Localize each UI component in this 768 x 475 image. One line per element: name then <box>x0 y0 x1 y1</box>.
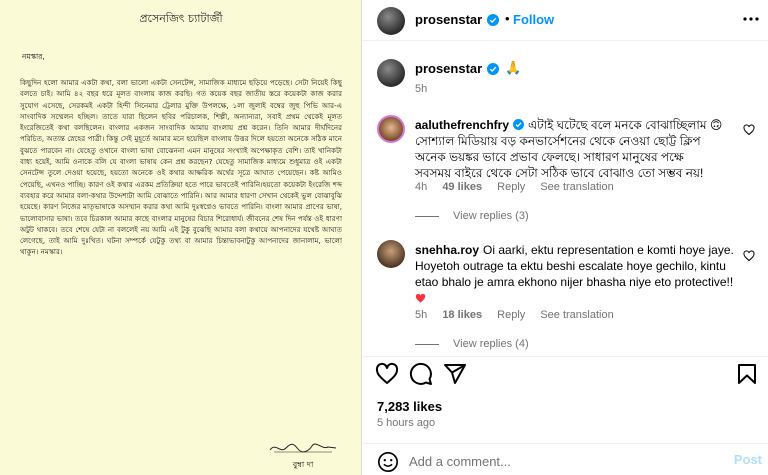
letter-body: কিছুদিন হলো আমার একটা কথা, বলা ভালো একটা… <box>20 78 342 257</box>
comment-time: 5h <box>415 309 428 321</box>
comment-text: snehha.roy Oi aarki, ektu representation … <box>415 242 745 306</box>
caption-time: 5h <box>415 83 428 95</box>
comment-line: সবসময় বাইরে থেকে সেটা সঠিক ভাবে বোঝাও ত… <box>415 166 704 180</box>
post-image[interactable]: প্রসেনজিৎ চ্যাটার্জী নমস্কার, কিছুদিন হল… <box>0 0 362 475</box>
reply-button[interactable]: Reply <box>497 181 525 193</box>
signature-name: বুম্বা দা <box>292 460 314 469</box>
letter-greeting: নমস্কার, <box>22 52 45 61</box>
emoji-icon[interactable] <box>377 451 399 473</box>
verified-badge-icon <box>487 14 499 26</box>
post-side-panel: prosenstar • Follow prosenstar 🙏 5h aalu… <box>363 0 768 475</box>
header-divider <box>363 40 768 41</box>
letter-heading: প্রসেনজিৎ চ্যাটার্জী <box>139 12 223 25</box>
comment-line: সোশ্যাল মিডিয়ায় বড় কনভার্সেশনের থেকে … <box>415 134 701 148</box>
comment-line: Oi aarki, ektu representation e komti ho… <box>483 243 734 257</box>
comment-text: aaluthefrenchfry এটাই ঘটেছে বলে মনকে বোঝা… <box>415 117 745 181</box>
post-time: 5 hours ago <box>377 417 436 429</box>
follow-button[interactable]: Follow <box>513 12 554 27</box>
header-separator: • <box>505 11 510 26</box>
more-options-icon[interactable] <box>743 17 759 21</box>
signature-scribble <box>269 443 337 453</box>
comment-likes[interactable]: 49 likes <box>442 181 482 193</box>
comment-time: 4h <box>415 181 428 193</box>
heart-icon[interactable] <box>743 250 755 262</box>
see-translation-link[interactable]: See translation <box>540 309 613 321</box>
commenter-username[interactable]: aaluthefrenchfry <box>415 118 509 132</box>
post-header: prosenstar • Follow <box>363 0 768 40</box>
comment-input[interactable] <box>409 451 709 471</box>
verified-badge-icon <box>487 63 499 75</box>
post-comment-button[interactable]: Post <box>734 452 762 467</box>
comment-line: etao bhalo je amra ekhono nijer bhasha n… <box>415 275 734 289</box>
comments-divider <box>363 356 768 357</box>
commenter-avatar[interactable] <box>377 115 405 143</box>
likes-count[interactable]: 7,283 likes <box>377 399 442 414</box>
comment-likes[interactable]: 18 likes <box>442 309 482 321</box>
replies-line <box>415 215 439 217</box>
comment-line: এটাই ঘটেছে বলে মনকে বোঝাচ্ছিলাম 🙃 <box>528 118 723 132</box>
red-heart-emoji-icon <box>415 293 426 303</box>
replies-line <box>415 343 439 345</box>
reply-button[interactable]: Reply <box>497 309 525 321</box>
add-comment-bar: Post <box>363 443 768 475</box>
view-replies-button[interactable]: View replies (3) <box>415 210 529 222</box>
verified-badge-icon <box>513 119 525 130</box>
caption: prosenstar 🙏 5h <box>363 56 768 102</box>
view-replies-label: View replies (3) <box>453 210 529 222</box>
see-translation-link[interactable]: See translation <box>540 181 613 193</box>
comment-line: অনেক ভয়ঙ্কর ভাবে প্রভাব ফেলছে। সাধারণ ম… <box>415 150 684 164</box>
caption-text: 🙏 <box>505 60 522 75</box>
heart-icon[interactable] <box>743 124 755 136</box>
commenter-avatar[interactable] <box>377 240 405 268</box>
view-replies-label: View replies (4) <box>453 338 529 350</box>
comment-meta: 4h 49 likes Reply See translation <box>415 181 626 193</box>
heart-icon[interactable] <box>375 362 399 386</box>
commenter-username[interactable]: snehha.roy <box>415 243 479 257</box>
comment-line: Hoyetoh outrage ta ektu beshi escalate h… <box>415 259 726 273</box>
action-bar <box>363 360 768 390</box>
view-replies-button[interactable]: View replies (4) <box>415 338 529 350</box>
author-avatar[interactable] <box>377 7 405 35</box>
author-username[interactable]: prosenstar <box>415 12 482 27</box>
comment-icon[interactable] <box>409 362 433 386</box>
share-icon[interactable] <box>443 362 467 386</box>
bookmark-icon[interactable] <box>735 362 759 386</box>
caption-username[interactable]: prosenstar <box>415 61 482 76</box>
comment-meta: 5h 18 likes Reply See translation <box>415 309 626 321</box>
caption-avatar[interactable] <box>377 59 405 87</box>
